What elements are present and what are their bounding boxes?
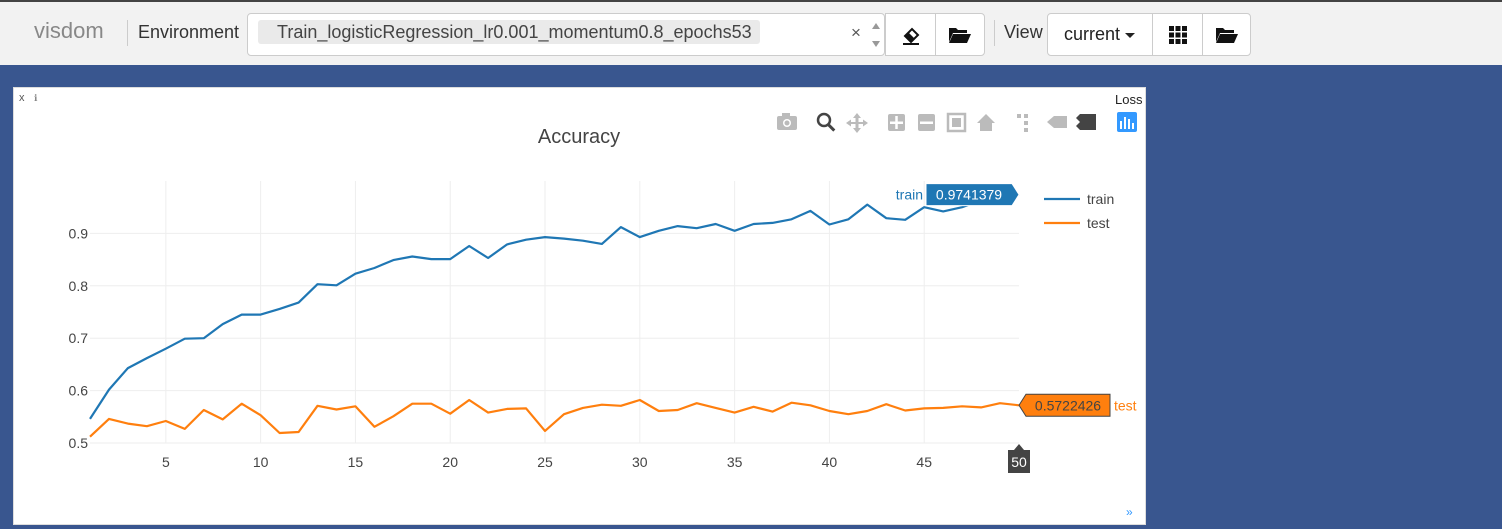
top-toolbar: visdom Environment Train_logisticRegress… [0,0,1502,65]
folder-open-icon [1215,27,1238,43]
zoom-in-icon[interactable] [888,114,905,131]
autoscale-icon[interactable] [946,112,967,133]
environment-tag[interactable]: Train_logisticRegression_lr0.001_momentu… [258,20,760,44]
resize-handle[interactable]: » [1126,505,1133,519]
y-axis: 0.5 0.6 0.7 0.8 0.9 [69,225,89,451]
plot-pane: x ℹ Loss Accuracy 0.5 0.6 0.7 0.8 0.9 5 10 15 2… [13,87,1146,525]
view-dropdown[interactable]: current [1047,13,1153,56]
hover-value-x: 50 [1011,454,1027,470]
x-tick-label: 25 [537,454,553,470]
caret-down-icon [1125,32,1136,38]
brand-logo: visdom [34,18,104,43]
spike-lines-icon[interactable] [1017,114,1028,132]
pane-info-icon[interactable]: ℹ [34,93,38,103]
hover-value-test: 0.5722426 [1035,397,1101,413]
legend-label-test: test [1087,215,1110,231]
environment-label: Environment [138,22,240,42]
toolbar-divider [994,20,995,46]
pane-close-button[interactable]: x [19,92,25,104]
x-tick-label: 35 [727,454,743,470]
series-line-test [89,398,1020,438]
folder-open-icon [949,27,971,43]
manage-views-button[interactable] [1202,13,1251,56]
zoom-out-icon[interactable] [918,114,935,131]
zoom-icon[interactable] [816,112,836,132]
x-tick-label: 45 [916,454,932,470]
hover-name-train: train [896,187,923,203]
layout-button[interactable] [1152,13,1203,56]
environment-select[interactable]: Train_logisticRegression_lr0.001_momentu… [247,13,885,56]
x-tick-label: 40 [822,454,838,470]
series-lines [89,193,1020,438]
plotly-logo-icon[interactable] [1117,112,1137,132]
environment-spinner[interactable] [868,14,884,55]
clear-environment-button[interactable]: × [851,23,861,43]
x-tick-label: 20 [442,454,458,470]
x-axis: 5 10 15 20 25 30 35 40 45 [162,454,932,470]
grid-icon [1168,25,1187,44]
eraser-icon [902,27,919,45]
hover-value-train: 0.9741379 [936,187,1002,203]
series-line-train [89,193,1020,420]
legend[interactable]: train test [1044,191,1114,231]
y-tick-label: 0.7 [69,330,89,346]
spin-up-icon [872,23,880,29]
clear-env-button[interactable] [885,13,936,56]
x-tick-label: 5 [162,454,170,470]
x-tick-label: 15 [348,454,364,470]
y-tick-label: 0.8 [69,278,89,294]
hover-name-test: test [1114,397,1137,413]
view-label: View [1004,22,1043,42]
pane-title: Loss [1115,92,1143,107]
accuracy-chart: x ℹ Loss Accuracy 0.5 0.6 0.7 0.8 0.9 5 10 15 2… [19,92,1143,519]
hover-compare-icon[interactable] [1076,114,1096,130]
pan-icon[interactable] [846,113,868,133]
y-tick-label: 0.6 [69,383,89,399]
y-tick-label: 0.5 [69,435,89,451]
view-value: current [1063,24,1121,44]
y-tick-label: 0.9 [69,225,89,241]
camera-icon[interactable] [777,113,797,130]
home-icon[interactable] [977,114,995,131]
hover-closest-icon[interactable] [1047,116,1067,128]
chart-title: Accuracy [538,126,620,148]
x-tick-label: 30 [632,454,648,470]
gridlines [90,181,1019,444]
x-tick-label: 10 [253,454,269,470]
toolbar-divider [127,20,128,46]
manage-env-button[interactable] [935,13,985,56]
legend-label-train: train [1087,191,1114,207]
spin-down-icon [872,41,880,47]
modebar [777,112,1137,133]
